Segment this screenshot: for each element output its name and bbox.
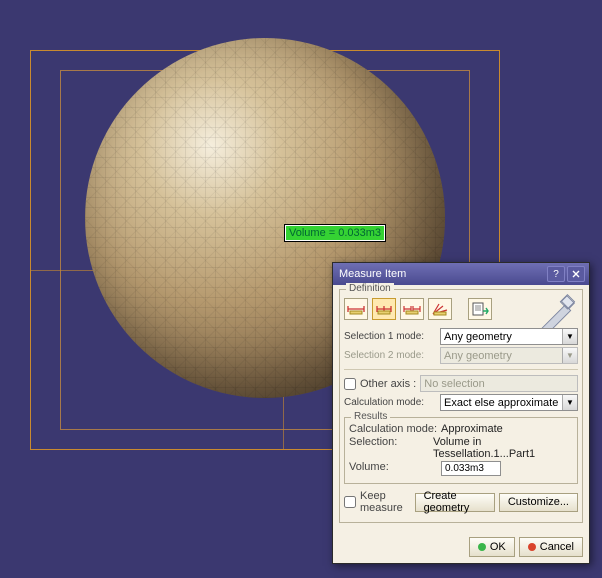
selection2-label: Selection 2 mode:: [344, 350, 436, 361]
keep-measure-label: Keep measure: [360, 490, 411, 514]
measure-item-icon[interactable]: [372, 298, 396, 320]
other-axis-checkbox[interactable]: [344, 378, 356, 390]
chevron-down-icon: ▼: [562, 395, 577, 410]
measure-item-dialog: Measure Item ? Definition Selection: [332, 262, 590, 564]
measure-fan-icon[interactable]: [428, 298, 452, 320]
other-axis-row: Other axis : No selection: [344, 375, 578, 392]
definition-buttons: Keep measure Create geometry Customize..…: [344, 488, 578, 516]
cancel-button[interactable]: Cancel: [519, 537, 583, 557]
calc-mode-combo[interactable]: Exact else approximate ▼: [440, 394, 578, 411]
dialog-title: Measure Item: [339, 268, 545, 280]
results-fieldset: Results Calculation mode: Approximate Se…: [344, 417, 578, 484]
chevron-down-icon: ▼: [562, 348, 577, 363]
export-icon[interactable]: [468, 298, 492, 320]
measure-annotation[interactable]: Volume = 0.033m3: [285, 225, 385, 241]
measure-annotation-text: Volume = 0.033m3: [289, 227, 381, 239]
results-legend: Results: [351, 411, 390, 422]
other-axis-value: No selection: [424, 378, 485, 390]
selection1-value: Any geometry: [444, 331, 512, 343]
selection1-label: Selection 1 mode:: [344, 331, 436, 342]
volume-value-field[interactable]: 0.033m3: [441, 461, 501, 476]
result-calc-mode: Calculation mode: Approximate: [349, 423, 573, 435]
help-button[interactable]: ?: [547, 266, 565, 282]
dialog-titlebar[interactable]: Measure Item ?: [333, 263, 589, 285]
result-volume: Volume: 0.033m3: [349, 461, 573, 476]
dialog-body: Definition Selection 1 mode: Any geometr…: [333, 285, 589, 533]
selection2-row: Selection 2 mode: Any geometry ▼: [344, 347, 578, 364]
measure-chain-icon[interactable]: [400, 298, 424, 320]
keep-measure-row: Keep measure: [344, 490, 411, 514]
result-selection: Selection: Volume in Tessellation.1...Pa…: [349, 436, 573, 460]
definition-fieldset: Definition Selection 1 mode: Any geometr…: [339, 289, 583, 523]
calc-mode-row: Calculation mode: Exact else approximate…: [344, 394, 578, 411]
other-axis-field: No selection: [420, 375, 578, 392]
calc-mode-value: Exact else approximate: [444, 397, 558, 409]
cancel-dot-icon: [528, 543, 536, 551]
close-icon: [572, 270, 580, 278]
definition-legend: Definition: [346, 283, 394, 294]
selection1-row: Selection 1 mode: Any geometry ▼: [344, 328, 578, 345]
measure-between-icon[interactable]: [344, 298, 368, 320]
selection2-value: Any geometry: [444, 350, 512, 362]
selection1-combo[interactable]: Any geometry ▼: [440, 328, 578, 345]
calc-mode-label: Calculation mode:: [344, 397, 436, 408]
create-geometry-button[interactable]: Create geometry: [415, 493, 495, 512]
other-axis-label: Other axis :: [360, 378, 416, 390]
ok-dot-icon: [478, 543, 486, 551]
chevron-down-icon: ▼: [562, 329, 577, 344]
selection2-combo: Any geometry ▼: [440, 347, 578, 364]
dialog-footer: OK Cancel: [333, 533, 589, 563]
customize-button[interactable]: Customize...: [499, 493, 578, 512]
close-button[interactable]: [567, 266, 585, 282]
ok-button[interactable]: OK: [469, 537, 515, 557]
keep-measure-checkbox[interactable]: [344, 496, 356, 508]
